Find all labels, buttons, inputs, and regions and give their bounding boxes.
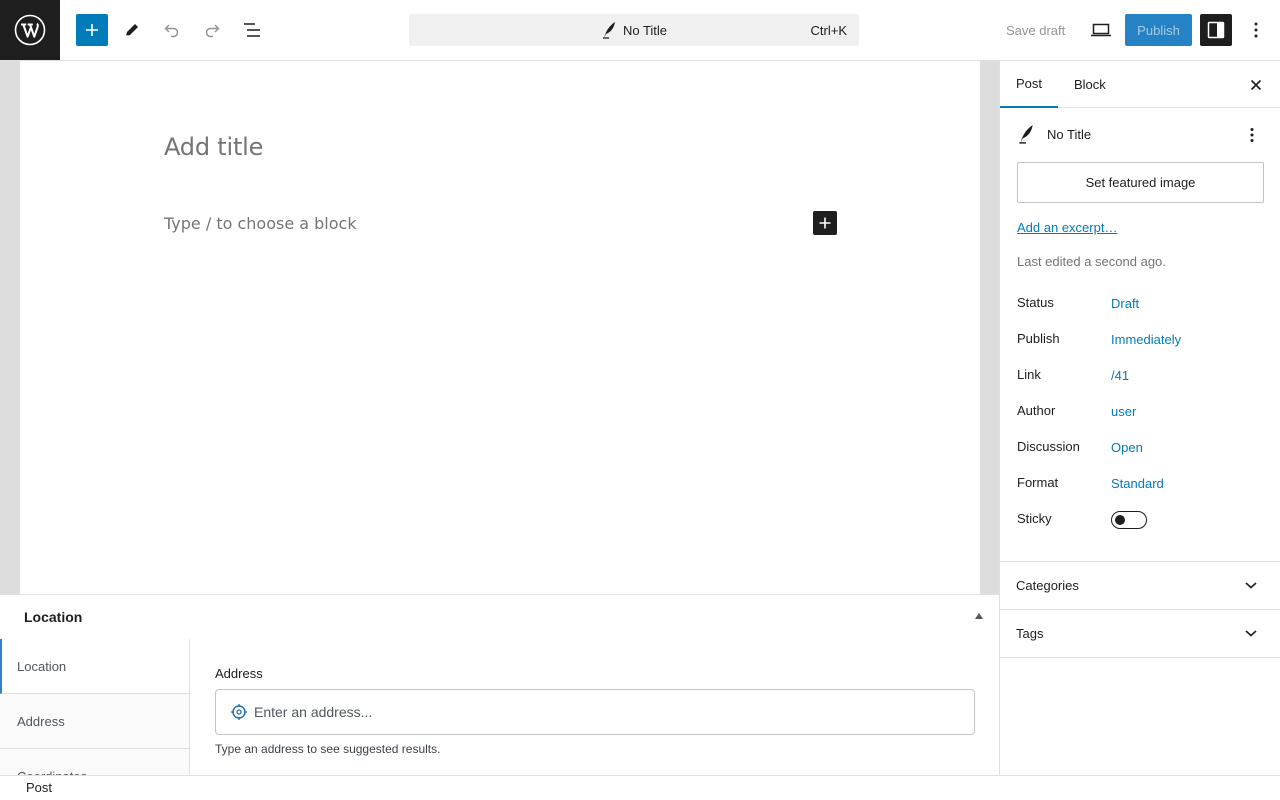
document-card: No Title <box>1017 124 1091 144</box>
locate-icon <box>231 704 247 720</box>
link-row: Link /41 <box>1017 367 1267 387</box>
address-hint: Type an address to see suggested results… <box>215 742 441 756</box>
link-value[interactable]: /41 <box>1111 368 1129 383</box>
command-palette-bar[interactable]: No Title Ctrl+K <box>409 14 859 46</box>
redo-icon <box>205 24 220 38</box>
categories-panel[interactable]: Categories <box>1000 562 1280 610</box>
sticky-toggle-knob <box>1115 515 1125 525</box>
editor-footer: Post <box>0 775 1280 800</box>
publish-value[interactable]: Immediately <box>1111 332 1181 347</box>
command-bar-title-text: No Title <box>622 22 668 38</box>
tags-panel[interactable]: Tags <box>1000 610 1280 658</box>
post-feather-icon <box>1019 125 1033 144</box>
more-vertical-icon <box>1250 128 1254 142</box>
inline-block-inserter[interactable] <box>813 211 837 235</box>
last-edited-text: Last edited a second ago. <box>1017 254 1166 269</box>
document-title: No Title <box>1047 126 1092 142</box>
tab-post[interactable]: Post <box>1000 61 1058 108</box>
format-value[interactable]: Standard <box>1111 476 1164 491</box>
metabox-tabs: Location Address Coordinates <box>0 639 190 776</box>
add-excerpt-link[interactable]: Add an excerpt… <box>1017 220 1117 235</box>
settings-sidebar: Post Block No Title Set featured image A… <box>999 61 1280 775</box>
tools-button[interactable] <box>116 14 148 46</box>
metabox-toggle-button[interactable] <box>970 609 988 623</box>
save-draft-button[interactable]: Save draft <box>996 14 1075 46</box>
author-label: Author <box>1017 403 1056 418</box>
publish-row: Publish Immediately <box>1017 331 1267 351</box>
discussion-row: Discussion Open <box>1017 439 1267 459</box>
post-feather-icon <box>602 22 615 39</box>
plus-icon <box>819 217 831 229</box>
undo-button[interactable] <box>156 14 188 46</box>
discussion-value[interactable]: Open <box>1111 440 1143 455</box>
editor-canvas: Add title Type / to choose a block <box>20 61 980 594</box>
options-button[interactable] <box>1240 14 1272 46</box>
pencil-icon <box>125 24 138 37</box>
breadcrumb[interactable]: Post <box>26 780 52 795</box>
sticky-row: Sticky <box>1017 511 1267 531</box>
chevron-down-icon <box>1245 582 1257 589</box>
editor-header: No Title Ctrl+K Save draft Publish <box>0 0 1280 61</box>
command-bar-title: No Title <box>601 21 667 39</box>
publish-button[interactable]: Publish <box>1125 14 1192 46</box>
format-label: Format <box>1017 475 1059 490</box>
close-icon <box>1250 79 1262 91</box>
redo-button[interactable] <box>196 14 228 46</box>
address-label: Address <box>215 666 263 681</box>
plus-icon <box>86 24 98 36</box>
command-bar-shortcut: Ctrl+K <box>810 23 847 38</box>
address-field[interactable] <box>215 689 975 735</box>
author-row: Author user <box>1017 403 1267 423</box>
undo-icon <box>164 24 179 38</box>
wordpress-logo-icon[interactable] <box>0 0 60 60</box>
status-row: Status Draft <box>1017 295 1267 315</box>
status-label: Status <box>1017 295 1054 310</box>
sticky-label: Sticky <box>1017 511 1052 526</box>
triangle-up-icon <box>975 613 983 619</box>
post-title-input[interactable]: Add title <box>164 133 263 161</box>
default-block-appender[interactable]: Type / to choose a block <box>164 214 357 233</box>
sticky-toggle[interactable] <box>1111 511 1147 529</box>
add-block-button[interactable] <box>76 14 108 46</box>
metabox-tab-address[interactable]: Address <box>0 694 189 749</box>
publish-label: Publish <box>1017 331 1060 346</box>
sidebar-tabs: Post Block <box>1000 61 1280 108</box>
list-view-icon <box>244 23 260 37</box>
location-metabox: Location Location Address Coordinates Ad… <box>0 594 999 776</box>
metabox-title: Location <box>24 609 83 625</box>
settings-toggle-button[interactable] <box>1200 14 1232 46</box>
sidebar-toggle-icon <box>1207 21 1225 39</box>
status-value[interactable]: Draft <box>1111 296 1139 311</box>
preview-button[interactable] <box>1085 14 1117 46</box>
document-actions-button[interactable] <box>1242 124 1262 146</box>
format-row: Format Standard <box>1017 475 1267 495</box>
tags-panel-label: Tags <box>1016 626 1044 641</box>
tab-block[interactable]: Block <box>1074 61 1106 108</box>
metabox-tab-coordinates[interactable]: Coordinates <box>0 749 189 777</box>
set-featured-image-button[interactable]: Set featured image <box>1017 162 1264 203</box>
more-vertical-icon <box>1254 22 1258 38</box>
desktop-preview-icon <box>1091 23 1111 37</box>
discussion-label: Discussion <box>1017 439 1080 454</box>
metabox-tab-location[interactable]: Location <box>0 639 189 694</box>
address-input[interactable] <box>254 704 944 720</box>
chevron-down-icon <box>1245 630 1257 637</box>
categories-panel-label: Categories <box>1016 578 1079 593</box>
document-overview-button[interactable] <box>236 14 268 46</box>
author-value[interactable]: user <box>1111 404 1136 419</box>
close-sidebar-button[interactable] <box>1244 73 1268 97</box>
editor-canvas-area: Add title Type / to choose a block <box>0 61 999 594</box>
link-label: Link <box>1017 367 1041 382</box>
